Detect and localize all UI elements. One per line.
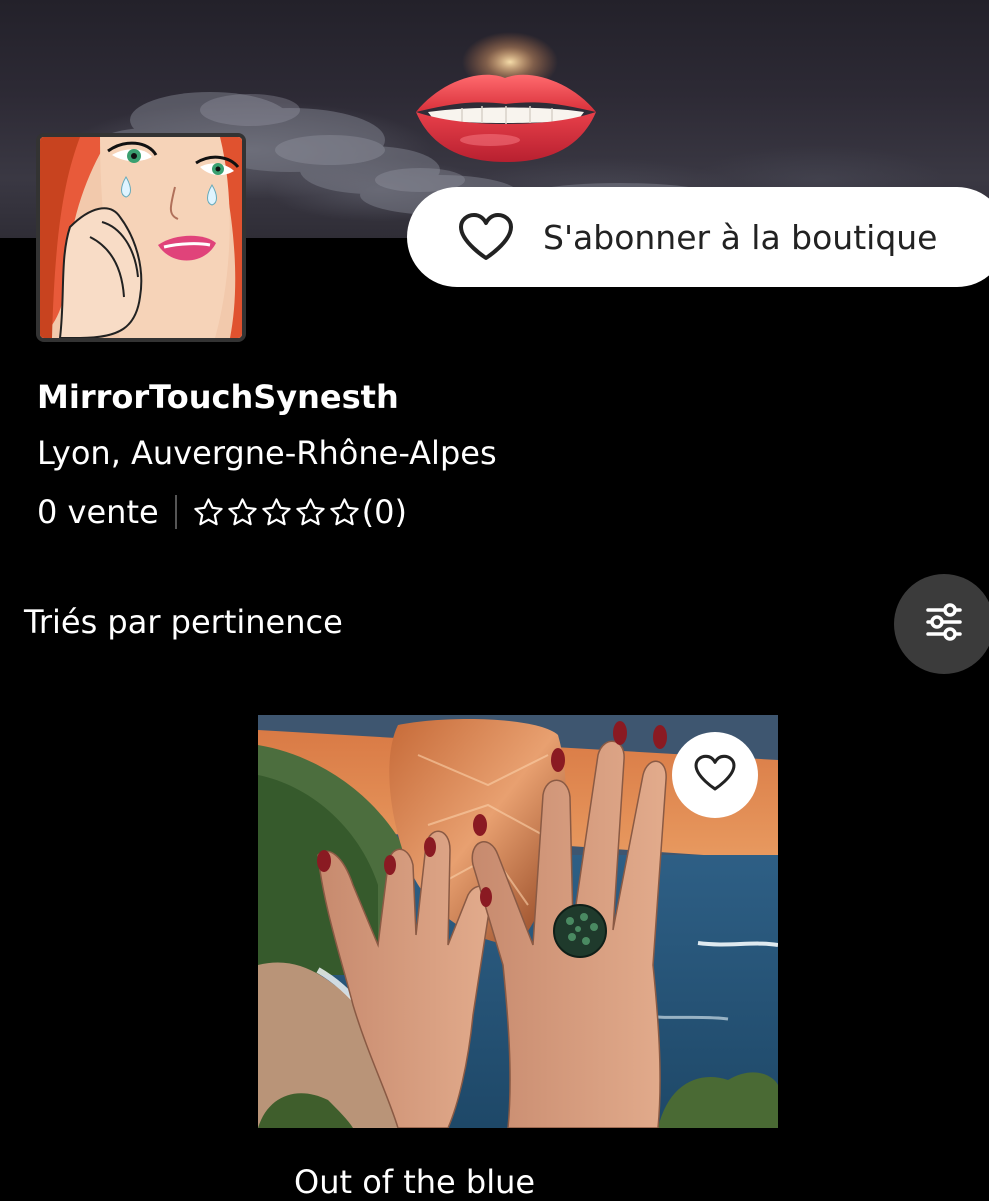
rating-stars[interactable] (192, 496, 362, 529)
follow-shop-button[interactable]: S'abonner à la boutique (407, 187, 989, 287)
stats-divider (174, 495, 177, 529)
filter-button[interactable] (894, 574, 989, 674)
shop-location: Lyon, Auvergne-Rhône-Alpes (37, 434, 497, 472)
heart-outline-icon (693, 754, 737, 796)
sort-label[interactable]: Triés par pertinence (24, 603, 343, 641)
avatar-artwork (40, 137, 242, 338)
heart-outline-icon (457, 212, 515, 262)
sliders-icon (922, 600, 966, 648)
star-outline-icon (260, 496, 293, 529)
star-outline-icon (328, 496, 361, 529)
review-count[interactable]: (0) (362, 493, 407, 531)
star-outline-icon (226, 496, 259, 529)
star-outline-icon (192, 496, 225, 529)
shop-avatar[interactable] (36, 133, 246, 342)
star-outline-icon (294, 496, 327, 529)
sales-count: 0 vente (37, 493, 159, 531)
favorite-button[interactable] (672, 732, 758, 818)
listing-title[interactable]: Out of the blue (294, 1163, 535, 1201)
shop-name[interactable]: MirrorTouchSynesth (37, 378, 399, 416)
lips-artwork (416, 74, 596, 162)
follow-shop-label: S'abonner à la boutique (543, 217, 938, 257)
shop-stats: 0 vente (0) (37, 493, 407, 531)
